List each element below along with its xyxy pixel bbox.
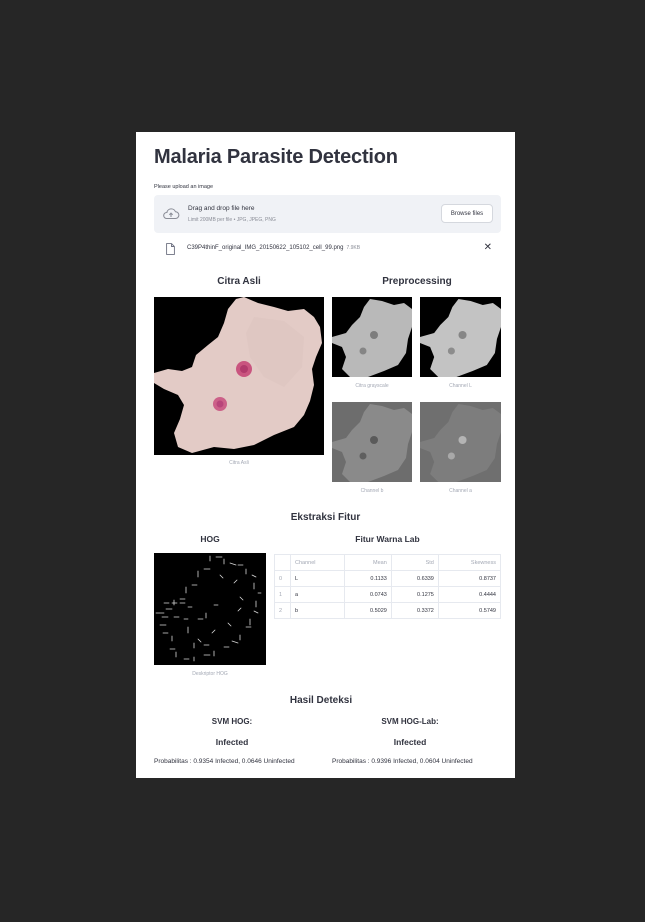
row-index: 0 <box>274 570 291 587</box>
table-cell: 0.6339 <box>390 570 439 587</box>
feature-extraction-header: Ekstraksi Fitur <box>290 512 361 523</box>
original-image <box>154 297 324 455</box>
table-cell: L <box>290 570 345 587</box>
svm-hog-lab-result: Infected <box>393 737 427 747</box>
table-header-row: Channel Mean Std Skewness <box>274 554 502 571</box>
table-cell: 0.1275 <box>390 586 439 603</box>
row-index: 1 <box>274 586 291 603</box>
table-cell: 0.0743 <box>343 586 392 603</box>
preprocessing-header: Preprocessing <box>382 276 452 287</box>
table-cell: a <box>290 586 345 603</box>
channel-a-image <box>420 402 501 482</box>
table-row: 1 a 0.0743 0.1275 0.4444 <box>274 586 502 603</box>
channel-a-caption: Channel a <box>449 488 472 494</box>
svm-hog-lab-label: SVM HOG-Lab: <box>381 717 439 726</box>
file-dropzone[interactable]: Drag and drop file here Limit 200MB per … <box>154 195 501 233</box>
svm-hog-result: Infected <box>215 737 249 747</box>
app-page: Malaria Parasite Detection Please upload… <box>136 132 515 778</box>
column-header: Channel <box>290 554 345 571</box>
cloud-upload-icon <box>163 208 180 220</box>
table-cell: 0.3372 <box>390 602 439 619</box>
table-cell: 0.4444 <box>437 586 502 603</box>
grayscale-image <box>332 297 412 377</box>
table-cell: 0.5029 <box>343 602 392 619</box>
svm-hog-probability: Probabilitas : 0.9354 Infected, 0.0646 U… <box>154 758 295 765</box>
upload-label: Please upload an image <box>154 184 214 190</box>
channel-l-caption: Channel L <box>449 383 472 389</box>
channel-b-caption: Channel b <box>360 488 384 494</box>
file-name: C39P4thinF_original_IMG_20150622_105102_… <box>187 245 360 251</box>
hog-caption: Deskriptor HOG <box>192 671 228 677</box>
original-header: Citra Asli <box>217 276 261 287</box>
column-header <box>274 554 291 571</box>
close-icon[interactable]: ✕ <box>484 243 492 253</box>
table-cell: 0.8737 <box>437 570 502 587</box>
grayscale-caption: Citra grayscale <box>355 383 389 389</box>
table-row: 0 L 0.1133 0.6339 0.8737 <box>274 570 502 587</box>
column-header: Std <box>390 554 439 571</box>
lab-features-header: Fitur Warna Lab <box>355 534 420 544</box>
file-name-text: C39P4thinF_original_IMG_20150622_105102_… <box>187 245 344 251</box>
table-row: 2 b 0.5029 0.3372 0.5749 <box>274 602 502 619</box>
file-size: 7.9KB <box>346 245 361 251</box>
detection-results-header: Hasil Deteksi <box>289 695 353 706</box>
column-header: Skewness <box>437 554 502 571</box>
row-index: 2 <box>274 602 291 619</box>
table-cell: 0.5749 <box>437 602 502 619</box>
browse-files-button[interactable]: Browse files <box>441 204 493 223</box>
channel-l-image <box>420 297 501 377</box>
uploaded-file: C39P4thinF_original_IMG_20150622_105102_… <box>154 240 501 258</box>
svm-hog-label: SVM HOG: <box>211 717 253 726</box>
dropzone-instructions: Drag and drop file here <box>188 205 255 212</box>
file-icon <box>166 243 175 255</box>
hog-header: HOG <box>200 534 220 544</box>
channel-b-image <box>332 402 412 482</box>
table-cell: 0.1133 <box>343 570 392 587</box>
svm-hog-lab-probability: Probabilitas : 0.9396 Infected, 0.0604 U… <box>332 758 473 765</box>
page-title: Malaria Parasite Detection <box>154 146 398 168</box>
dropzone-limit: Limit 200MB per file • JPG, JPEG, PNG <box>188 217 276 223</box>
hog-descriptor-image <box>154 553 266 665</box>
lab-features-table: Channel Mean Std Skewness 0 L 0.1133 0.6… <box>274 554 502 619</box>
column-header: Mean <box>343 554 392 571</box>
original-caption: Citra Asli <box>229 460 249 466</box>
table-cell: b <box>290 602 345 619</box>
